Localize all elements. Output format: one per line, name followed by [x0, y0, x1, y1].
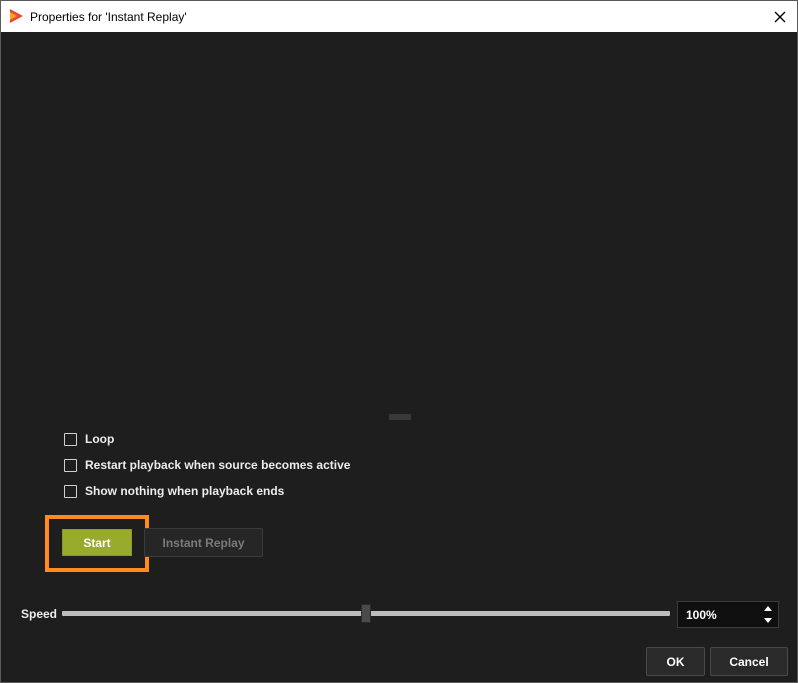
speed-spinbox[interactable]: 100%	[677, 601, 779, 628]
cancel-button[interactable]: Cancel	[710, 647, 788, 676]
splitter-handle[interactable]	[389, 414, 411, 420]
window-title: Properties for 'Instant Replay'	[30, 10, 187, 24]
speed-label: Speed	[21, 607, 58, 621]
checkbox-box[interactable]	[64, 484, 77, 498]
title-bar: Properties for 'Instant Replay'	[1, 1, 797, 32]
restart-playback-checkbox[interactable]: Restart playback when source becomes act…	[64, 457, 350, 473]
restart-playback-label: Restart playback when source becomes act…	[85, 458, 351, 472]
loop-label: Loop	[85, 432, 115, 446]
ok-button[interactable]: OK	[646, 647, 705, 676]
spin-up-button[interactable]	[762, 603, 774, 614]
spin-down-button[interactable]	[762, 615, 774, 626]
speed-slider-handle[interactable]	[361, 604, 371, 623]
instant-replay-button: Instant Replay	[144, 528, 263, 557]
checkbox-box[interactable]	[64, 432, 77, 446]
start-button[interactable]: Start	[62, 529, 132, 556]
preview-area	[1, 32, 797, 407]
show-nothing-checkbox[interactable]: Show nothing when playback ends	[64, 483, 284, 499]
chevron-up-icon	[764, 606, 772, 611]
close-icon	[774, 11, 786, 22]
show-nothing-label: Show nothing when playback ends	[85, 484, 285, 498]
chevron-down-icon	[764, 618, 772, 623]
checkbox-box[interactable]	[64, 458, 77, 472]
close-button[interactable]	[763, 1, 797, 32]
play-icon	[9, 9, 23, 23]
properties-window: Properties for 'Instant Replay' Loop Res…	[0, 0, 798, 683]
loop-checkbox[interactable]: Loop	[64, 431, 114, 447]
speed-value[interactable]: 100%	[686, 608, 717, 622]
